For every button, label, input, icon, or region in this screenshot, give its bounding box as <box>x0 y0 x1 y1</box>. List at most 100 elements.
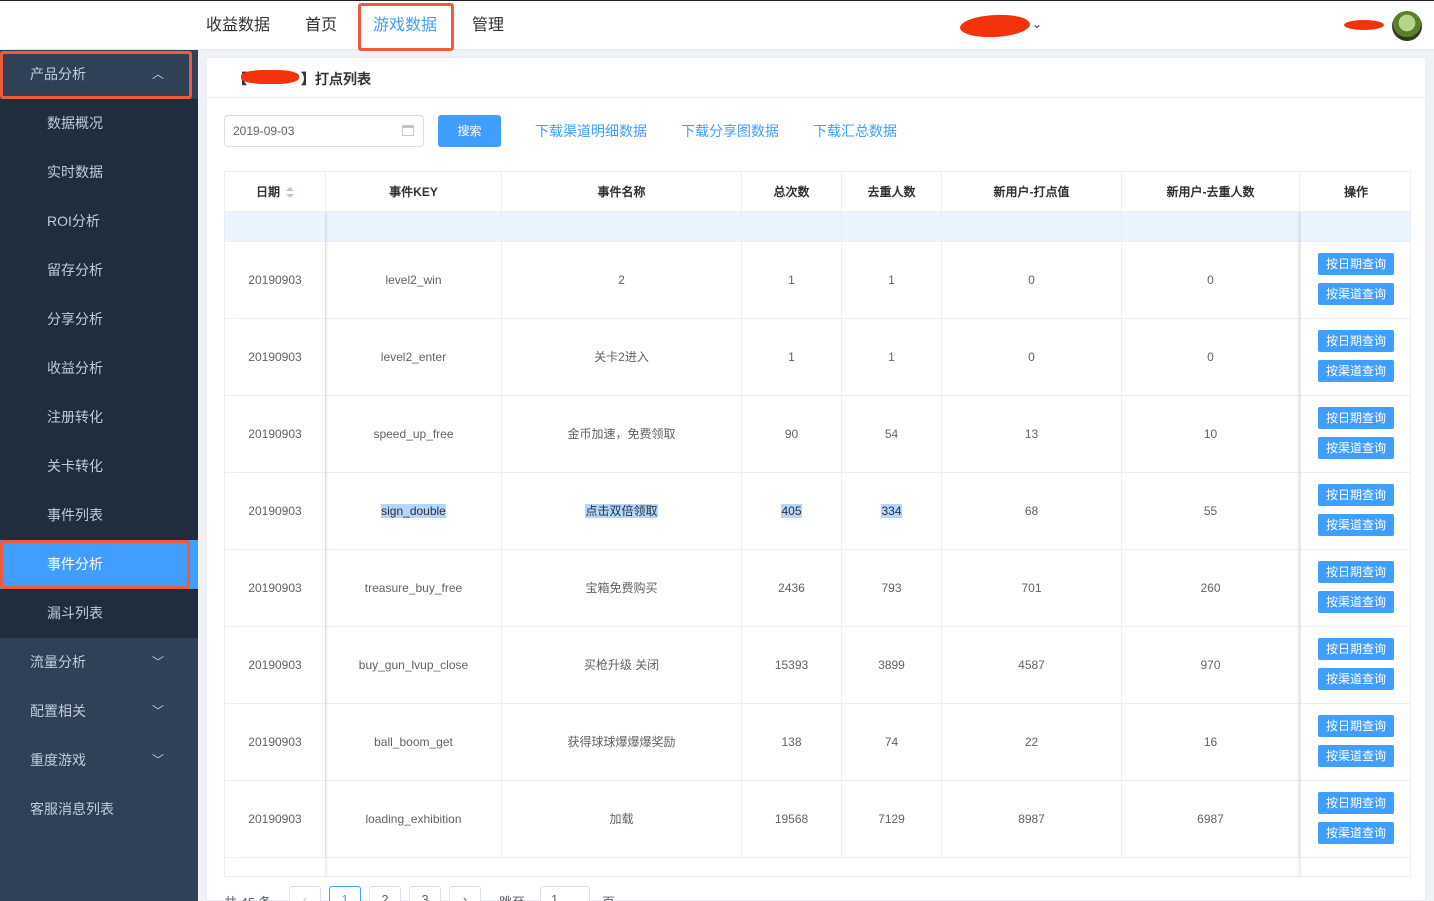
table-row[interactable]: 20190903 ball_boom_get 获得球球爆爆爆奖励 138 74 22 16 按… <box>225 704 1410 781</box>
cell-date-text: 20190903 <box>248 273 302 287</box>
table-row[interactable]: 20190903 level2_enter 关卡2进入 1 1 0 0 按日期查询 按渠道查询 <box>225 319 1410 396</box>
sidebar-item-retention-analysis[interactable]: 留存分析 <box>0 246 198 295</box>
cell-event-name-text: 加载 <box>609 812 634 826</box>
search-button[interactable]: 搜索 <box>438 115 501 147</box>
nav-revenue-data[interactable]: 收益数据 <box>206 1 270 50</box>
query-by-date-button[interactable]: 按日期查询 <box>1318 330 1394 352</box>
table-row[interactable]: 20190903 speed_up_free 金币加速，免费领取 90 54 13 10 按日… <box>225 396 1410 473</box>
sidebar-item-event-analysis[interactable]: 事件分析 <box>0 540 198 589</box>
query-by-date-button[interactable]: 按日期查询 <box>1318 253 1394 275</box>
query-by-channel-button[interactable]: 按渠道查询 <box>1318 822 1394 844</box>
avatar[interactable] <box>1392 11 1422 41</box>
column-header-actions: 操作 <box>1343 185 1368 199</box>
nav-home[interactable]: 首页 <box>304 1 338 50</box>
query-by-channel-button[interactable]: 按渠道查询 <box>1318 437 1394 459</box>
query-by-date-button[interactable]: 按日期查询 <box>1318 792 1394 814</box>
cell-actions: 按日期查询按渠道查询 <box>1300 319 1410 396</box>
cell-date: 20190903 <box>225 396 326 473</box>
query-by-channel-button[interactable]: 按渠道查询 <box>1318 514 1394 536</box>
download-share-chart-link[interactable]: 下载分享图数据 <box>681 121 779 141</box>
cell-new-value-text: 701 <box>1021 581 1042 595</box>
sidebar-group-config[interactable]: 配置相关 ﹀ <box>0 687 198 736</box>
sidebar-item-roi-analysis[interactable]: ROI分析 <box>0 197 198 246</box>
query-by-channel-button[interactable]: 按渠道查询 <box>1318 745 1394 767</box>
sidebar-item-event-list[interactable]: 事件列表 <box>0 491 198 540</box>
sidebar-group-label: 重度游戏 <box>30 752 86 768</box>
sidebar-item-cs-messages[interactable]: 客服消息列表 <box>0 785 198 834</box>
query-by-date-button[interactable]: 按日期查询 <box>1318 484 1394 506</box>
query-by-date-button[interactable]: 按日期查询 <box>1318 561 1394 583</box>
jump-suffix: 页 <box>602 892 615 901</box>
cell-new-unique: 0 <box>1122 319 1300 396</box>
cell-event-name: 点击双倍领取 <box>502 473 742 550</box>
table-row[interactable]: 20190903 treasure_buy_free 宝箱免费购买 2436 793 70… <box>225 550 1410 627</box>
cell-new-unique: 55 <box>1122 473 1300 550</box>
sidebar-item-data-overview[interactable]: 数据概况 <box>0 99 198 148</box>
cell-total-text: 19568 <box>774 812 809 826</box>
download-channel-detail-link[interactable]: 下载渠道明细数据 <box>535 121 647 141</box>
query-by-channel-button[interactable]: 按渠道查询 <box>1318 283 1394 305</box>
sidebar-group-product-analysis[interactable]: 产品分析 ︿ <box>0 50 198 99</box>
jump-page-input[interactable]: 1 <box>540 886 590 901</box>
sort-icon[interactable] <box>286 186 294 199</box>
chevron-down-icon: ﹀ <box>151 753 164 767</box>
cell-total-text: 1 <box>788 273 795 287</box>
page-button-2[interactable]: 2 <box>369 886 401 901</box>
cell-total: 405 <box>742 473 842 550</box>
table-row[interactable]: 20190903 buy_gun_lvup_close 买枪升级 关闭 15393 38… <box>225 627 1410 704</box>
table-row[interactable]: 20190903 loading_exhibition 加载 19568 7129 898… <box>225 781 1410 858</box>
cell-date: 20190903 <box>225 550 326 627</box>
page-button-3[interactable]: 3 <box>409 886 441 901</box>
table-row[interactable]: 20190903 level2_win 2 1 1 0 0 按日期查询 按渠道查询 <box>225 242 1410 319</box>
cell-date: 20190903 <box>225 781 326 858</box>
cell-new-value: 68 <box>942 473 1122 550</box>
column-header-new-unique: 新用户-去重人数 <box>1122 172 1300 212</box>
query-by-channel-button[interactable]: 按渠道查询 <box>1318 668 1394 690</box>
cell-new-value-text: 68 <box>1024 504 1039 518</box>
sidebar-item-level-conversion[interactable]: 关卡转化 <box>0 442 198 491</box>
nav-game-data[interactable]: 游戏数据 <box>372 1 438 50</box>
cell-new-unique-text: 0 <box>1207 350 1214 364</box>
cell-event-key-text: speed_up_free <box>373 427 454 441</box>
cell-unique: 793 <box>842 550 942 627</box>
query-by-channel-button[interactable]: 按渠道查询 <box>1318 360 1394 382</box>
date-value: 2019-09-03 <box>233 124 295 138</box>
sidebar-item-revenue-analysis[interactable]: 收益分析 <box>0 344 198 393</box>
next-page-button[interactable]: › <box>449 886 481 901</box>
chevron-down-icon: ﹀ <box>151 655 164 669</box>
query-by-date-button[interactable]: 按日期查询 <box>1318 638 1394 660</box>
sidebar-item-share-analysis[interactable]: 分享分析 <box>0 295 198 344</box>
redaction-mark <box>241 70 299 84</box>
query-by-date-button[interactable]: 按日期查询 <box>1318 715 1394 737</box>
nav-manage[interactable]: 管理 <box>471 1 505 50</box>
chevron-down-icon[interactable]: ⌄ <box>1032 17 1042 31</box>
cell-unique: 3899 <box>842 627 942 704</box>
table-row[interactable]: 20190903 sign_double 点击双倍领取 405 334 68 55 按日期查询… <box>225 473 1410 550</box>
query-by-channel-button[interactable]: 按渠道查询 <box>1318 591 1394 613</box>
cell-actions: 按日期查询按渠道查询 <box>1300 704 1410 781</box>
cell-date-text: 20190903 <box>248 658 302 672</box>
cell-date-text: 20190903 <box>248 735 302 749</box>
cell-actions: 按日期查询按渠道查询 <box>1300 781 1410 858</box>
cell-new-value: 22 <box>942 704 1122 781</box>
sidebar-group-label: 流量分析 <box>30 654 86 670</box>
cell-event-name-text: 买枪升级 关闭 <box>583 658 660 672</box>
sidebar-item-realtime-data[interactable]: 实时数据 <box>0 148 198 197</box>
cell-event-name-text: 宝箱免费购买 <box>585 581 658 595</box>
column-header-date[interactable]: 日期 <box>225 172 326 212</box>
cell-date-text: 20190903 <box>248 812 302 826</box>
cell-event-key-text: sign_double <box>381 504 446 518</box>
column-header-unique: 去重人数 <box>842 172 942 212</box>
sidebar-item-funnel-list[interactable]: 漏斗列表 <box>0 589 198 638</box>
chevron-up-icon: ︿ <box>151 67 164 81</box>
sidebar-group-traffic-analysis[interactable]: 流量分析 ﹀ <box>0 638 198 687</box>
page-button-1[interactable]: 1 <box>329 886 361 901</box>
query-by-date-button[interactable]: 按日期查询 <box>1318 407 1394 429</box>
cell-new-value-text: 0 <box>1028 350 1035 364</box>
prev-page-button[interactable]: ‹ <box>289 886 321 901</box>
download-summary-link[interactable]: 下载汇总数据 <box>813 121 897 141</box>
sidebar-item-register-conversion[interactable]: 注册转化 <box>0 393 198 442</box>
sidebar-group-heavy-games[interactable]: 重度游戏 ﹀ <box>0 736 198 785</box>
date-picker-input[interactable]: 2019-09-03 <box>224 115 424 147</box>
cell-event-name-text: 获得球球爆爆爆奖励 <box>567 735 676 749</box>
